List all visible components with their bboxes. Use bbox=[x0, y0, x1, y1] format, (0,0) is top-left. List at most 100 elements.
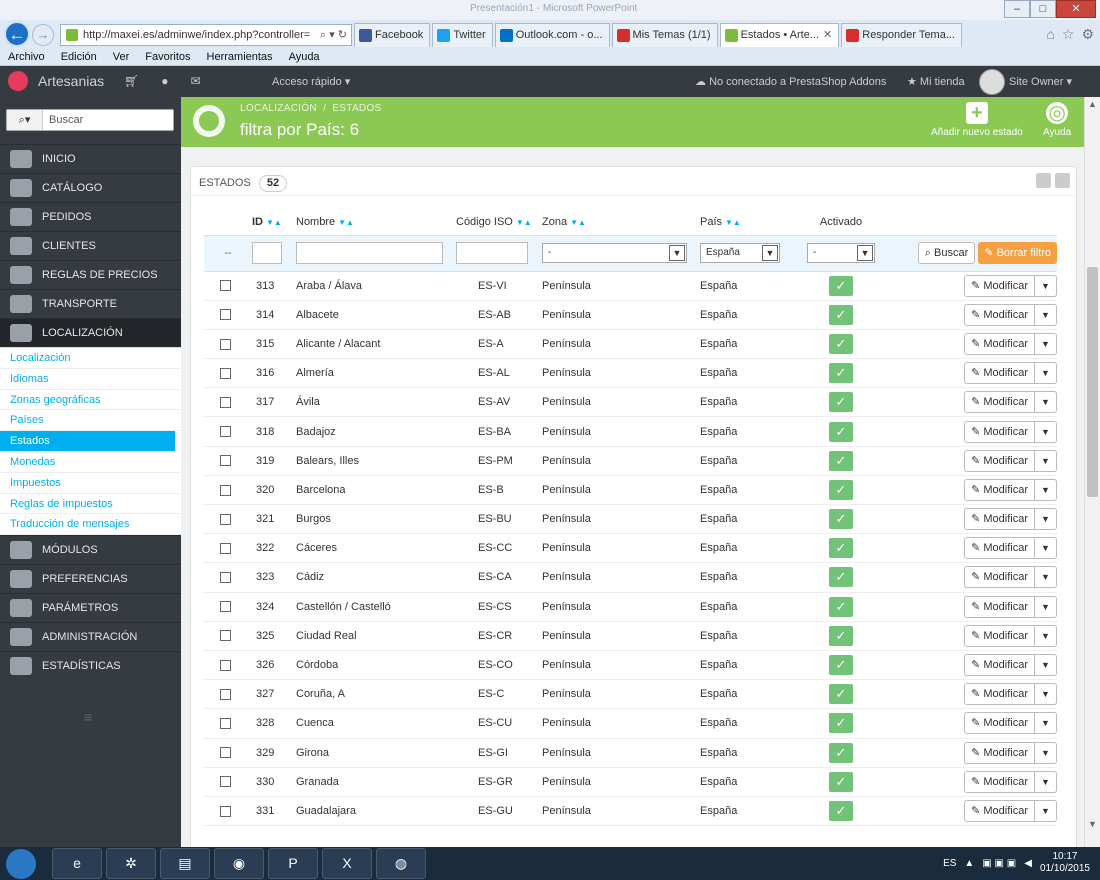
edit-button[interactable]: ✎ Modificar bbox=[964, 654, 1035, 677]
edit-button[interactable]: ✎ Modificar bbox=[964, 770, 1035, 793]
browser-menu-item[interactable]: Ver bbox=[105, 48, 138, 66]
row-checkbox[interactable] bbox=[220, 659, 231, 671]
active-check-icon[interactable]: ✓ bbox=[829, 655, 853, 676]
browser-tab[interactable]: Estados • Arte... ✕ bbox=[719, 23, 840, 47]
sidebar-subitem[interactable]: Traducción de mensajes bbox=[0, 514, 181, 536]
row-actions-dropdown[interactable]: ▼ bbox=[1035, 449, 1057, 472]
row-checkbox[interactable] bbox=[220, 805, 231, 817]
folder-icon[interactable]: ▤ bbox=[160, 848, 210, 879]
edit-button[interactable]: ✎ Modificar bbox=[964, 683, 1035, 706]
sidebar-subitem[interactable]: Impuestos bbox=[0, 473, 181, 494]
network-app-icon[interactable]: ✲ bbox=[106, 848, 156, 879]
sort-arrows-icon[interactable]: ▼▲ bbox=[266, 218, 282, 227]
row-actions-dropdown[interactable]: ▼ bbox=[1035, 683, 1057, 706]
sidebar-item[interactable]: Parámetros avanzados bbox=[0, 593, 181, 643]
sidebar-item[interactable]: Inicio bbox=[0, 144, 181, 173]
browser-menu-item[interactable]: Herramientas bbox=[199, 48, 281, 66]
edit-button[interactable]: ✎ Modificar bbox=[964, 391, 1035, 414]
edit-button[interactable]: ✎ Modificar bbox=[964, 566, 1035, 589]
edit-button[interactable]: ✎ Modificar bbox=[964, 420, 1035, 443]
tray-arrow-icon[interactable]: ▲ bbox=[964, 858, 974, 869]
row-actions-dropdown[interactable]: ▼ bbox=[1035, 274, 1057, 297]
active-check-icon[interactable]: ✓ bbox=[829, 538, 853, 559]
edit-button[interactable]: ✎ Modificar bbox=[964, 332, 1035, 355]
sidebar-subitem[interactable]: Idiomas bbox=[0, 369, 181, 390]
edit-button[interactable]: ✎ Modificar bbox=[964, 595, 1035, 618]
collapse-menu-icon[interactable]: ≡ bbox=[84, 709, 92, 725]
row-actions-dropdown[interactable]: ▼ bbox=[1035, 654, 1057, 677]
row-actions-dropdown[interactable]: ▼ bbox=[1035, 362, 1057, 385]
edit-button[interactable]: ✎ Modificar bbox=[964, 741, 1035, 764]
row-checkbox[interactable] bbox=[220, 601, 231, 613]
row-checkbox[interactable] bbox=[220, 309, 231, 321]
col-id[interactable]: ID ▼▲ bbox=[252, 210, 296, 235]
browser-tab[interactable]: Mis Temas (1/1) bbox=[611, 23, 718, 47]
edit-button[interactable]: ✎ Modificar bbox=[964, 478, 1035, 501]
sort-arrows-icon[interactable]: ▼▲ bbox=[516, 218, 532, 227]
active-check-icon[interactable]: ✓ bbox=[829, 771, 853, 792]
sort-arrows-icon[interactable]: ▼▲ bbox=[338, 218, 354, 227]
favorites-star-icon[interactable]: ☆ bbox=[1062, 26, 1075, 43]
sidebar-item[interactable]: Módulos bbox=[0, 535, 181, 565]
row-checkbox[interactable] bbox=[220, 484, 231, 496]
active-check-icon[interactable]: ✓ bbox=[829, 800, 853, 821]
row-actions-dropdown[interactable]: ▼ bbox=[1035, 537, 1057, 560]
active-check-icon[interactable]: ✓ bbox=[829, 625, 853, 646]
edit-button[interactable]: ✎ Modificar bbox=[964, 537, 1035, 560]
sidebar-item[interactable]: Administración bbox=[0, 622, 181, 652]
active-check-icon[interactable]: ✓ bbox=[829, 567, 853, 588]
sidebar-item[interactable]: Pedidos bbox=[0, 202, 181, 231]
row-checkbox[interactable] bbox=[220, 338, 231, 350]
sort-arrows-icon[interactable]: ▼▲ bbox=[570, 218, 586, 227]
excel-icon[interactable]: X bbox=[322, 848, 372, 879]
filter-search-button[interactable]: ⌕ Buscar bbox=[917, 242, 976, 264]
edit-button[interactable]: ✎ Modificar bbox=[964, 362, 1035, 385]
message-icon[interactable]: ✉︎ bbox=[190, 74, 200, 88]
maximize-button[interactable]: □ bbox=[1030, 0, 1056, 18]
filter-iso-input[interactable] bbox=[456, 242, 528, 264]
edit-button[interactable]: ✎ Modificar bbox=[964, 274, 1035, 297]
active-check-icon[interactable]: ✓ bbox=[829, 450, 853, 471]
filter-name-input[interactable] bbox=[296, 242, 443, 264]
row-actions-dropdown[interactable]: ▼ bbox=[1035, 420, 1057, 443]
active-check-icon[interactable]: ✓ bbox=[829, 596, 853, 617]
row-actions-dropdown[interactable]: ▼ bbox=[1035, 770, 1057, 793]
active-check-icon[interactable]: ✓ bbox=[829, 304, 853, 325]
prestashop-logo-icon[interactable] bbox=[8, 71, 28, 91]
active-check-icon[interactable]: ✓ bbox=[829, 742, 853, 763]
settings-gear-icon[interactable]: ⚙ bbox=[1081, 26, 1094, 43]
address-controls-icon[interactable]: ⌕ ▾ ↻ bbox=[320, 25, 347, 45]
row-checkbox[interactable] bbox=[220, 455, 231, 467]
page-scrollbar[interactable]: ▲ ▼ bbox=[1084, 97, 1100, 847]
col-iso[interactable]: Código ISO ▼▲ bbox=[456, 210, 542, 235]
row-actions-dropdown[interactable]: ▼ bbox=[1035, 478, 1057, 501]
home-icon[interactable]: ⌂ bbox=[1046, 26, 1054, 43]
edit-button[interactable]: ✎ Modificar bbox=[964, 624, 1035, 647]
avatar[interactable] bbox=[979, 69, 1005, 95]
shop-name[interactable]: Artesanias bbox=[38, 73, 104, 89]
col-zone[interactable]: Zona ▼▲ bbox=[542, 210, 700, 235]
row-checkbox[interactable] bbox=[220, 542, 231, 554]
sidebar-subitem[interactable]: Zonas geográficas bbox=[0, 390, 181, 411]
browser-menu-item[interactable]: Favoritos bbox=[137, 48, 198, 66]
search-icon[interactable]: ⌕▾ bbox=[7, 110, 43, 130]
breadcrumb-estados[interactable]: Estados bbox=[332, 103, 381, 114]
cart-icon[interactable]: 🛒︎ bbox=[124, 74, 139, 88]
customer-icon[interactable]: ● bbox=[161, 74, 168, 88]
filter-country-select[interactable]: España ▼ bbox=[700, 243, 780, 263]
sidebar-item[interactable]: Localización bbox=[0, 318, 181, 347]
browser-tab[interactable]: Facebook bbox=[354, 23, 431, 47]
sidebar-item[interactable]: Catálogo bbox=[0, 173, 181, 202]
scrollbar-thumb[interactable] bbox=[1087, 267, 1098, 497]
row-actions-dropdown[interactable]: ▼ bbox=[1035, 799, 1057, 822]
scroll-down-icon[interactable]: ▼ bbox=[1088, 819, 1097, 829]
spotify-icon[interactable]: ◍ bbox=[376, 848, 426, 879]
browser-tab[interactable]: Twitter bbox=[432, 23, 493, 47]
col-country[interactable]: País ▼▲ bbox=[700, 210, 795, 235]
row-checkbox[interactable] bbox=[220, 367, 231, 379]
row-checkbox[interactable] bbox=[220, 688, 231, 700]
filter-id-input[interactable] bbox=[252, 242, 282, 264]
active-check-icon[interactable]: ✓ bbox=[829, 509, 853, 530]
address-bar[interactable]: http://maxei.es/adminwe/index.php?contro… bbox=[60, 24, 352, 46]
edit-button[interactable]: ✎ Modificar bbox=[964, 449, 1035, 472]
